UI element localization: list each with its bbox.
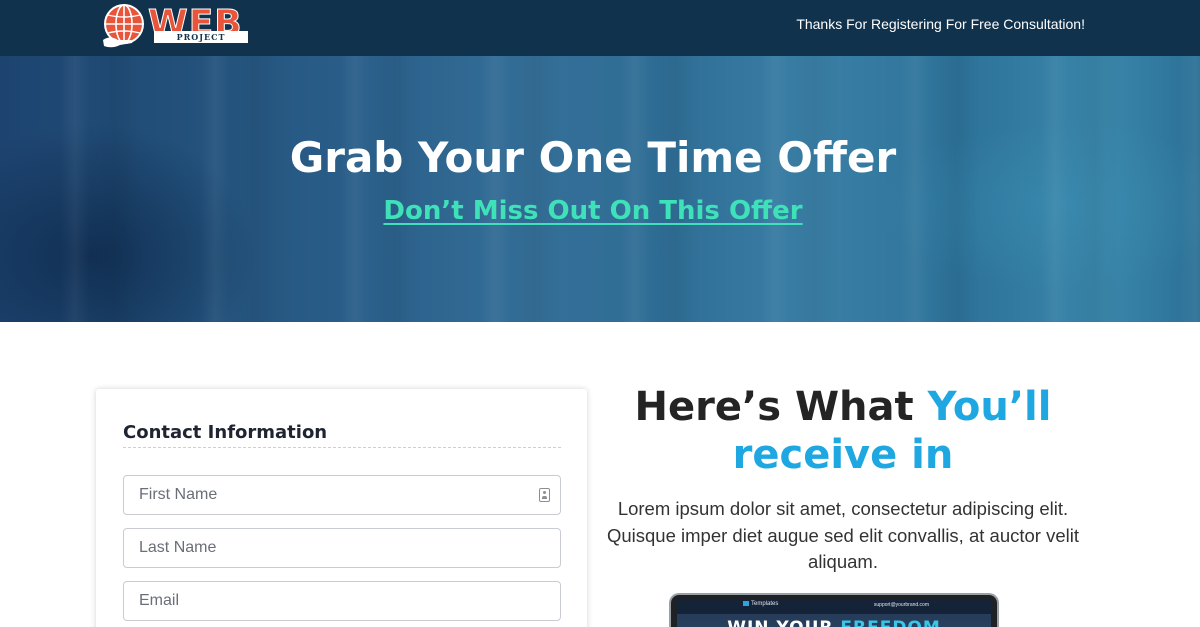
offer-link[interactable]: Don’t Miss Out On This Offer xyxy=(0,193,1186,229)
laptop-mockup-image: Templates support@yourbrand.com WIN YOUR… xyxy=(669,593,999,627)
mockup-brand: Templates xyxy=(743,601,778,607)
last-name-input[interactable] xyxy=(123,528,561,568)
mockup-headline-2: FREEDOM xyxy=(840,618,940,627)
mockup-email: support@yourbrand.com xyxy=(873,602,929,608)
registration-note: Thanks For Registering For Free Consulta… xyxy=(796,16,1085,32)
hero-background xyxy=(0,56,1200,322)
contact-form-title: Contact Information xyxy=(123,422,328,443)
site-logo[interactable]: WEB PROJECT HELPER xyxy=(100,2,250,54)
first-name-input[interactable] xyxy=(123,475,561,515)
contact-card-icon xyxy=(539,488,550,502)
logo-tagline: PROJECT HELPER xyxy=(154,31,248,54)
email-input[interactable] xyxy=(123,581,561,621)
mockup-headline: WIN YOUR FREEDOM xyxy=(677,618,991,627)
top-header: WEB PROJECT HELPER Thanks For Registerin… xyxy=(0,0,1200,56)
contact-form-card: Contact Information xyxy=(96,389,587,627)
receive-heading: Here’s What You’ll receive in xyxy=(600,383,1086,479)
mockup-headline-1: WIN YOUR xyxy=(727,618,840,627)
mockup-screen: Templates support@yourbrand.com WIN YOUR… xyxy=(677,600,991,627)
mockup-brand-label: Templates xyxy=(751,601,779,608)
hero-title: Grab Your One Time Offer xyxy=(289,133,897,182)
hero-banner: Grab Your One Time Offer Don’t Miss Out … xyxy=(0,56,1200,322)
receive-description: Lorem ipsum dolor sit amet, consectetur … xyxy=(606,498,1079,572)
mockup-navbar: Templates support@yourbrand.com xyxy=(677,600,991,614)
title-divider xyxy=(123,447,561,448)
globe-hand-icon xyxy=(103,4,144,48)
mockup-brand-icon xyxy=(743,601,749,606)
receive-heading-lead: Here’s What xyxy=(634,384,928,430)
